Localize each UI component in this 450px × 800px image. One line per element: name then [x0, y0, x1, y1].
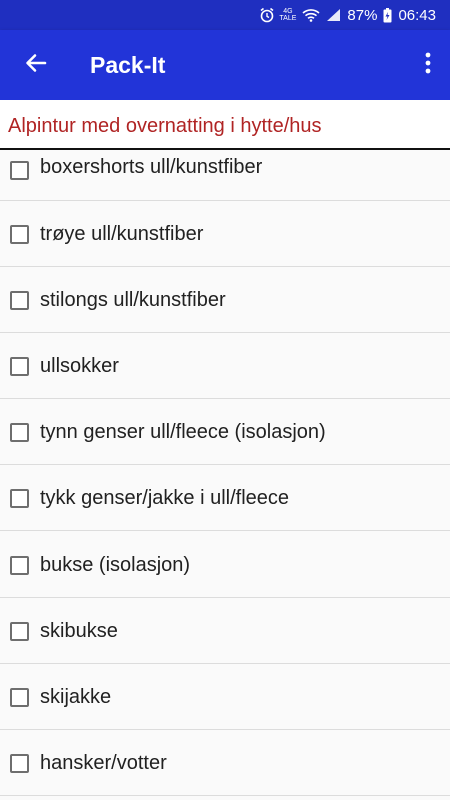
item-label: tykk genser/jakke i ull/fleece: [40, 487, 290, 509]
item-label: bukse (isolasjon): [40, 554, 191, 576]
list-item[interactable]: bukse (isolasjon): [0, 532, 450, 598]
volte-icon: 4G TALE: [279, 8, 296, 22]
list-item[interactable]: tynn genser ull/fleece (isolasjon): [0, 399, 450, 465]
item-checkbox[interactable]: [10, 161, 29, 180]
item-checkbox[interactable]: [10, 225, 29, 244]
item-checkbox[interactable]: [10, 291, 29, 310]
item-checkbox[interactable]: [10, 754, 29, 773]
battery-icon: [383, 7, 392, 23]
clock: 06:43: [398, 6, 436, 24]
arrow-back-icon: [25, 52, 47, 79]
item-checkbox[interactable]: [10, 622, 29, 641]
list-header: Alpintur med overnatting i hytte/hus: [0, 100, 450, 150]
battery-percent: 87%: [347, 6, 378, 24]
app-title: Pack-It: [90, 52, 166, 78]
item-checkbox[interactable]: [10, 423, 29, 442]
list-item[interactable]: skijakke: [0, 664, 450, 730]
network-label: TALE: [279, 15, 297, 22]
list-item[interactable]: ullsokker: [0, 333, 450, 399]
status-bar: 4G TALE 87% 06:43: [0, 0, 450, 30]
item-checkbox[interactable]: [10, 357, 29, 376]
item-label: ullsokker: [40, 355, 119, 377]
item-checkbox[interactable]: [10, 489, 29, 508]
network-type: 4G: [283, 8, 293, 15]
item-label: stilongs ull/kunstfiber: [40, 289, 226, 311]
list-item[interactable]: trøye ull/kunstfiber: [0, 201, 450, 267]
more-vert-icon: [425, 52, 431, 79]
alarm-icon: [259, 7, 275, 23]
item-label: skijakke: [40, 686, 112, 708]
wifi-icon: [302, 8, 320, 22]
back-button[interactable]: [14, 43, 58, 87]
list-item[interactable]: tykk genser/jakke i ull/fleece: [0, 465, 450, 531]
list-item[interactable]: skibukse: [0, 598, 450, 664]
list-item[interactable]: hansker/votter: [0, 730, 450, 796]
packing-list[interactable]: boxershorts ull/kunstfiber trøye ull/kun…: [0, 152, 450, 800]
list-item[interactable]: boxershorts ull/kunstfiber: [0, 152, 450, 201]
item-label: skibukse: [40, 620, 118, 642]
overflow-menu-button[interactable]: [412, 43, 444, 87]
item-label: tynn genser ull/fleece (isolasjon): [40, 421, 326, 443]
trip-title: Alpintur med overnatting i hytte/hus: [8, 115, 322, 137]
signal-icon: [326, 8, 341, 22]
list-item[interactable]: stilongs ull/kunstfiber: [0, 267, 450, 333]
app-bar: Pack-It: [0, 30, 450, 100]
item-checkbox[interactable]: [10, 556, 29, 575]
item-label: boxershorts ull/kunstfiber: [40, 156, 263, 178]
item-checkbox[interactable]: [10, 688, 29, 707]
item-label: trøye ull/kunstfiber: [40, 223, 204, 245]
item-label: hansker/votter: [40, 752, 167, 774]
